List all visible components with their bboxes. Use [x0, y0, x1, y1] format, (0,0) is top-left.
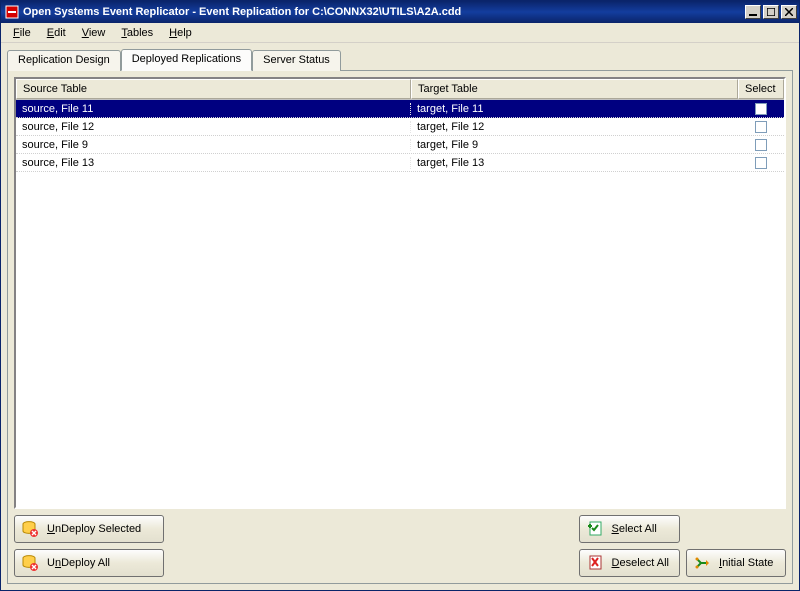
- minimize-button[interactable]: [745, 5, 761, 19]
- row-select-checkbox[interactable]: [755, 157, 767, 169]
- initial-state-icon: [693, 554, 711, 572]
- deselect-all-button[interactable]: Deselect All: [579, 549, 680, 577]
- maximize-button[interactable]: [763, 5, 779, 19]
- button-group-left: UnDeploy Selected UnDeploy All: [14, 515, 164, 577]
- button-group-select: Select All Deselect All: [579, 515, 680, 577]
- grid-body[interactable]: source, File 11target, File 11source, Fi…: [16, 100, 784, 507]
- row-select-checkbox[interactable]: [755, 121, 767, 133]
- tabpanel-deployed-replications: Source Table Target Table Select source,…: [7, 70, 793, 584]
- initial-state-button[interactable]: Initial State: [686, 549, 786, 577]
- undeploy-all-button[interactable]: UnDeploy All: [14, 549, 164, 577]
- cell-source: source, File 13: [16, 157, 411, 169]
- menu-edit[interactable]: Edit: [39, 25, 74, 41]
- menu-help[interactable]: Help: [161, 25, 200, 41]
- replications-grid: Source Table Target Table Select source,…: [14, 77, 786, 509]
- undeploy-selected-button[interactable]: UnDeploy Selected: [14, 515, 164, 543]
- button-group-right: Select All Deselect All: [579, 515, 786, 577]
- cell-source: source, File 12: [16, 121, 411, 133]
- deselect-all-icon: [586, 554, 604, 572]
- tabstrip: Replication Design Deployed Replications…: [1, 43, 799, 70]
- menu-view[interactable]: View: [74, 25, 114, 41]
- menu-file[interactable]: File: [5, 25, 39, 41]
- cell-select: [738, 157, 784, 169]
- col-header-select[interactable]: Select: [738, 79, 784, 99]
- cell-target: target, File 9: [411, 139, 738, 151]
- app-icon: [5, 5, 19, 19]
- select-all-icon: [586, 520, 604, 538]
- tab-replication-design[interactable]: Replication Design: [7, 50, 121, 71]
- cell-target: target, File 13: [411, 157, 738, 169]
- table-row[interactable]: source, File 11target, File 11: [16, 100, 784, 118]
- window-controls: [745, 5, 797, 19]
- row-select-checkbox[interactable]: [755, 139, 767, 151]
- window-title: Open Systems Event Replicator - Event Re…: [23, 6, 741, 18]
- app-window: Open Systems Event Replicator - Event Re…: [0, 0, 800, 591]
- database-remove-icon: [21, 520, 39, 538]
- cell-target: target, File 11: [411, 103, 738, 115]
- button-row: UnDeploy Selected UnDeploy All: [14, 509, 786, 577]
- table-row[interactable]: source, File 12target, File 12: [16, 118, 784, 136]
- col-header-target[interactable]: Target Table: [411, 79, 738, 99]
- table-row[interactable]: source, File 13target, File 13: [16, 154, 784, 172]
- database-remove-icon: [21, 554, 39, 572]
- select-all-button[interactable]: Select All: [579, 515, 680, 543]
- cell-source: source, File 9: [16, 139, 411, 151]
- cell-target: target, File 12: [411, 121, 738, 133]
- cell-select: [738, 139, 784, 151]
- close-button[interactable]: [781, 5, 797, 19]
- tab-server-status[interactable]: Server Status: [252, 50, 341, 71]
- cell-select: [738, 103, 784, 115]
- table-row[interactable]: source, File 9target, File 9: [16, 136, 784, 154]
- cell-source: source, File 11: [16, 103, 411, 115]
- titlebar: Open Systems Event Replicator - Event Re…: [1, 1, 799, 23]
- menu-tables[interactable]: Tables: [113, 25, 161, 41]
- grid-header: Source Table Target Table Select: [16, 79, 784, 100]
- row-select-checkbox[interactable]: [755, 103, 767, 115]
- menubar: File Edit View Tables Help: [1, 23, 799, 43]
- cell-select: [738, 121, 784, 133]
- tab-deployed-replications[interactable]: Deployed Replications: [121, 49, 252, 71]
- col-header-source[interactable]: Source Table: [16, 79, 411, 99]
